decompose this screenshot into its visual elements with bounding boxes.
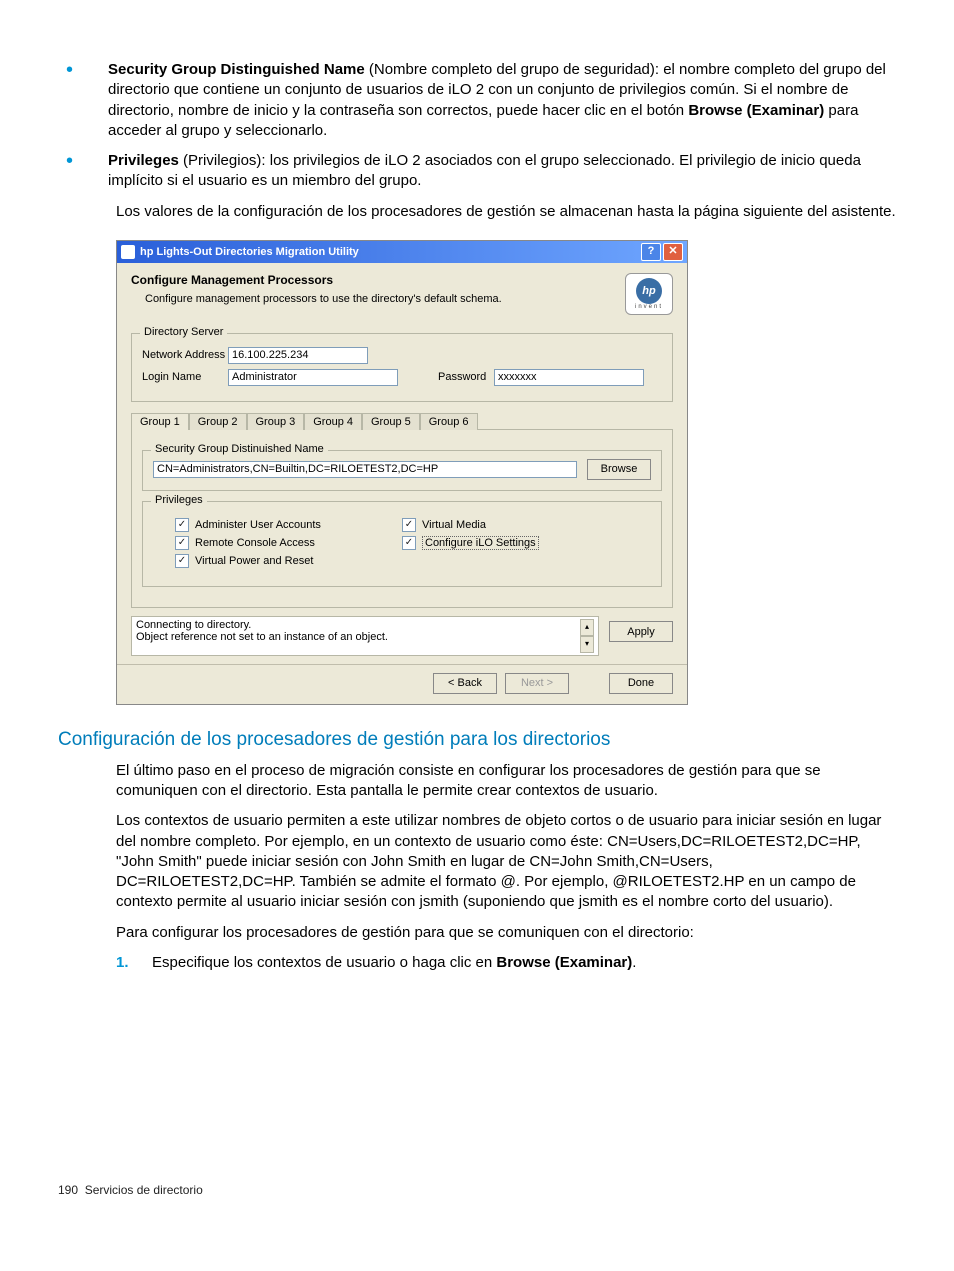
status-line2: Object reference not set to an instance … — [136, 631, 580, 643]
tab-group3[interactable]: Group 3 — [247, 413, 305, 430]
para1: El último paso en el proceso de migració… — [116, 761, 896, 802]
bullet-priv: • Privileges (Privilegios): los privileg… — [58, 151, 896, 192]
header-subtitle: Configure management processors to use t… — [145, 293, 625, 305]
chk-remote[interactable]: ✓Remote Console Access — [175, 536, 402, 550]
priv-text: (Privilegios): los privilegios de iLO 2 … — [108, 152, 861, 189]
app-icon — [121, 245, 135, 259]
checkbox-icon: ✓ — [175, 518, 189, 532]
tab-group5[interactable]: Group 5 — [362, 413, 420, 430]
header-title: Configure Management Processors — [131, 273, 625, 287]
browse-button[interactable]: Browse — [587, 459, 651, 480]
tab-group4[interactable]: Group 4 — [304, 413, 362, 430]
footer-text: Servicios de directorio — [85, 1183, 203, 1197]
checkbox-icon: ✓ — [402, 518, 416, 532]
tab-group1[interactable]: Group 1 — [131, 413, 189, 430]
chk-config[interactable]: ✓Configure iLO Settings — [402, 536, 629, 550]
help-button[interactable]: ? — [641, 243, 661, 261]
bullet-icon: • — [58, 151, 104, 192]
sgdn-label: Security Group Distinguished Name — [108, 61, 365, 78]
step1-browse: Browse (Examinar) — [496, 954, 632, 971]
step-number: 1. — [116, 953, 152, 973]
section-heading: Configuración de los procesadores de ges… — [58, 729, 896, 751]
tabs: Group 1 Group 2 Group 3 Group 4 Group 5 … — [131, 412, 673, 429]
window-title: hp Lights-Out Directories Migration Util… — [140, 246, 359, 258]
checkbox-icon: ✓ — [175, 554, 189, 568]
password-label: Password — [438, 371, 494, 383]
directory-server-label: Directory Server — [140, 326, 227, 338]
bullet-sgdn: • Security Group Distinguished Name (Nom… — [58, 60, 896, 141]
chk-power[interactable]: ✓Virtual Power and Reset — [175, 554, 402, 568]
next-button: Next > — [505, 673, 569, 694]
hp-logo-text: hp — [636, 278, 662, 304]
password-input[interactable] — [494, 369, 644, 386]
scroll-down-icon[interactable]: ▾ — [580, 636, 594, 653]
checkbox-icon: ✓ — [402, 536, 416, 550]
back-button[interactable]: < Back — [433, 673, 497, 694]
network-address-input[interactable] — [228, 347, 368, 364]
para2: Los contextos de usuario permiten a este… — [116, 811, 896, 912]
status-box: Connecting to directory. Object referenc… — [131, 616, 599, 656]
chk-vmedia[interactable]: ✓Virtual Media — [402, 518, 629, 532]
step1-text-c: . — [632, 954, 636, 971]
sgdn-box-label: Security Group Distinuished Name — [151, 443, 328, 455]
para3: Para configurar los procesadores de gest… — [116, 923, 896, 943]
scrollbar[interactable]: ▴ ▾ — [580, 619, 594, 653]
checkbox-icon: ✓ — [175, 536, 189, 550]
titlebar[interactable]: hp Lights-Out Directories Migration Util… — [117, 241, 687, 263]
hp-logo: hp invent — [625, 273, 673, 315]
chk-administer[interactable]: ✓Administer User Accounts — [175, 518, 402, 532]
close-button[interactable]: ✕ — [663, 243, 683, 261]
status-line1: Connecting to directory. — [136, 619, 580, 631]
privileges-box-label: Privileges — [151, 494, 207, 506]
page-number: 190 — [58, 1183, 78, 1197]
priv-label: Privileges — [108, 152, 179, 169]
para-after-bullets: Los valores de la configuración de los p… — [116, 202, 896, 222]
login-name-input[interactable] — [228, 369, 398, 386]
sgdn-browse: Browse (Examinar) — [688, 102, 824, 119]
sgdn-input[interactable] — [153, 461, 577, 478]
login-name-label: Login Name — [142, 371, 228, 383]
step1-text-a: Especifique los contextos de usuario o h… — [152, 954, 496, 971]
network-address-label: Network Address — [142, 349, 228, 361]
hp-invent-text: invent — [635, 304, 663, 310]
scroll-up-icon[interactable]: ▴ — [580, 619, 594, 636]
screenshot-window: hp Lights-Out Directories Migration Util… — [116, 240, 688, 705]
apply-button[interactable]: Apply — [609, 621, 673, 642]
step-1: 1. Especifique los contextos de usuario … — [116, 953, 896, 973]
tab-group2[interactable]: Group 2 — [189, 413, 247, 430]
tab-group6[interactable]: Group 6 — [420, 413, 478, 430]
done-button[interactable]: Done — [609, 673, 673, 694]
bullet-icon: • — [58, 60, 104, 141]
